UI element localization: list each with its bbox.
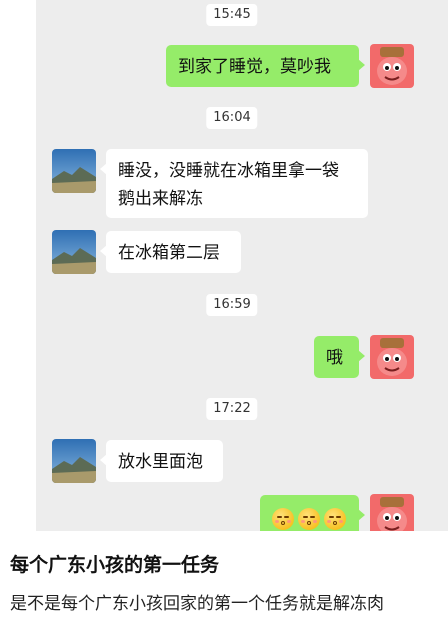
patrick-star-avatar[interactable] xyxy=(370,494,414,531)
kissing-face-icon xyxy=(272,508,294,530)
timestamp: 17:22 xyxy=(206,398,258,420)
post-subtitle: 是不是每个广东小孩回家的第一个任务就是解冻肉 xyxy=(10,594,384,614)
post-title: 每个广东小孩的第一任务 xyxy=(10,554,220,576)
message-bubble-received[interactable]: 在冰箱第二层 xyxy=(100,231,241,273)
timestamp: 15:45 xyxy=(206,4,258,26)
message-text: 哦 xyxy=(326,348,343,368)
kissing-face-icon xyxy=(298,508,320,530)
mountain-landscape-avatar[interactable] xyxy=(52,230,96,274)
mountain-landscape-avatar[interactable] xyxy=(52,439,96,483)
timestamp: 16:04 xyxy=(206,107,258,129)
message-text-line: 鹅出来解冻 xyxy=(118,189,203,209)
chat-area: 15:45 到家了睡觉，莫吵我 16:04 睡没，没睡就在冰箱里拿一袋 鹅出来解… xyxy=(36,0,448,531)
timestamp: 16:59 xyxy=(206,294,258,316)
mountain-landscape-avatar[interactable] xyxy=(52,149,96,193)
message-text: 在冰箱第二层 xyxy=(118,243,220,263)
message-bubble-sent[interactable]: 哦 xyxy=(314,336,365,378)
message-bubble-received[interactable]: 放水里面泡 xyxy=(100,440,223,482)
kissing-face-icon xyxy=(324,508,346,530)
emoji-row xyxy=(272,503,347,530)
patrick-star-avatar[interactable] xyxy=(370,44,414,88)
patrick-star-avatar[interactable] xyxy=(370,335,414,379)
message-bubble-sent[interactable]: 到家了睡觉，莫吵我 xyxy=(166,45,365,87)
message-bubble-sent[interactable] xyxy=(260,495,365,531)
message-bubble-received[interactable]: 睡没，没睡就在冰箱里拿一袋 鹅出来解冻 xyxy=(100,149,368,218)
message-text: 到家了睡觉，莫吵我 xyxy=(178,57,331,77)
message-text-line: 睡没，没睡就在冰箱里拿一袋 xyxy=(118,161,339,181)
message-text: 放水里面泡 xyxy=(118,452,203,472)
